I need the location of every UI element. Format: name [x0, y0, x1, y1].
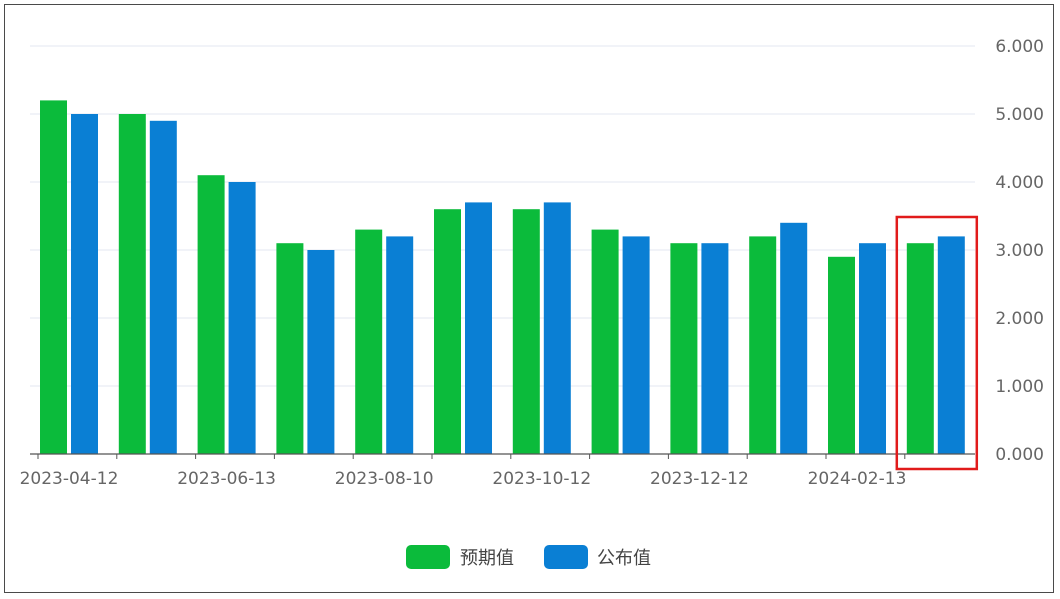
legend-label-published[interactable]: 公布值	[597, 548, 651, 569]
bar-published[interactable]	[307, 250, 335, 454]
bar-expected[interactable]	[276, 243, 304, 454]
y-tick-label: 5.000	[995, 105, 1044, 125]
bar-expected[interactable]	[197, 175, 225, 454]
y-tick-label: 1.000	[995, 377, 1044, 397]
x-axis: 2023-04-12 2023-06-13 2023-08-10 2023-10-12…	[20, 453, 975, 489]
y-tick-label: 2.000	[995, 309, 1044, 329]
bar-published[interactable]	[859, 243, 886, 454]
bar-chart: 0.000 1.000 2.000 3.000 4.000 5.000 6.000 2023…	[20, 37, 1044, 569]
bar-published[interactable]	[701, 243, 729, 454]
bar-published[interactable]	[465, 202, 492, 454]
x-tick-label: 2023-12-12	[650, 469, 749, 489]
legend-swatch-published[interactable]	[544, 545, 588, 569]
bar-expected[interactable]	[355, 229, 383, 454]
bar-expected[interactable]	[670, 243, 698, 454]
bar-expected[interactable]	[434, 209, 461, 454]
bar-published[interactable]	[937, 236, 965, 454]
y-tick-label: 4.000	[995, 173, 1044, 193]
bar-published[interactable]	[622, 236, 650, 454]
bar-published[interactable]	[149, 120, 177, 455]
x-tick-label: 2023-10-12	[492, 469, 591, 489]
bars	[40, 100, 965, 455]
bar-expected[interactable]	[591, 229, 619, 454]
bar-expected[interactable]	[749, 236, 777, 454]
bar-expected[interactable]	[40, 100, 67, 455]
bar-published[interactable]	[228, 182, 256, 454]
legend-swatch-expected[interactable]	[406, 545, 450, 569]
bar-expected[interactable]	[828, 256, 855, 454]
bar-published[interactable]	[780, 222, 808, 454]
bar-published[interactable]	[71, 114, 98, 454]
y-tick-label: 0.000	[995, 445, 1044, 465]
x-tick-label: 2023-04-12	[20, 469, 119, 489]
legend-label-expected[interactable]: 预期值	[460, 548, 514, 569]
x-tick-label: 2024-02-13	[808, 469, 907, 489]
legend: 预期值 公布值	[406, 545, 651, 569]
y-tick-label: 3.000	[995, 241, 1044, 261]
bar-published[interactable]	[386, 236, 414, 454]
x-tick-label: 2023-06-13	[177, 469, 276, 489]
bar-expected[interactable]	[906, 243, 934, 454]
bar-expected[interactable]	[118, 114, 146, 454]
bar-expected[interactable]	[512, 209, 540, 454]
y-axis: 0.000 1.000 2.000 3.000 4.000 5.000 6.000	[995, 37, 1044, 465]
y-tick-label: 6.000	[995, 37, 1044, 57]
x-tick-label: 2023-08-10	[335, 469, 434, 489]
bar-published[interactable]	[543, 202, 571, 454]
